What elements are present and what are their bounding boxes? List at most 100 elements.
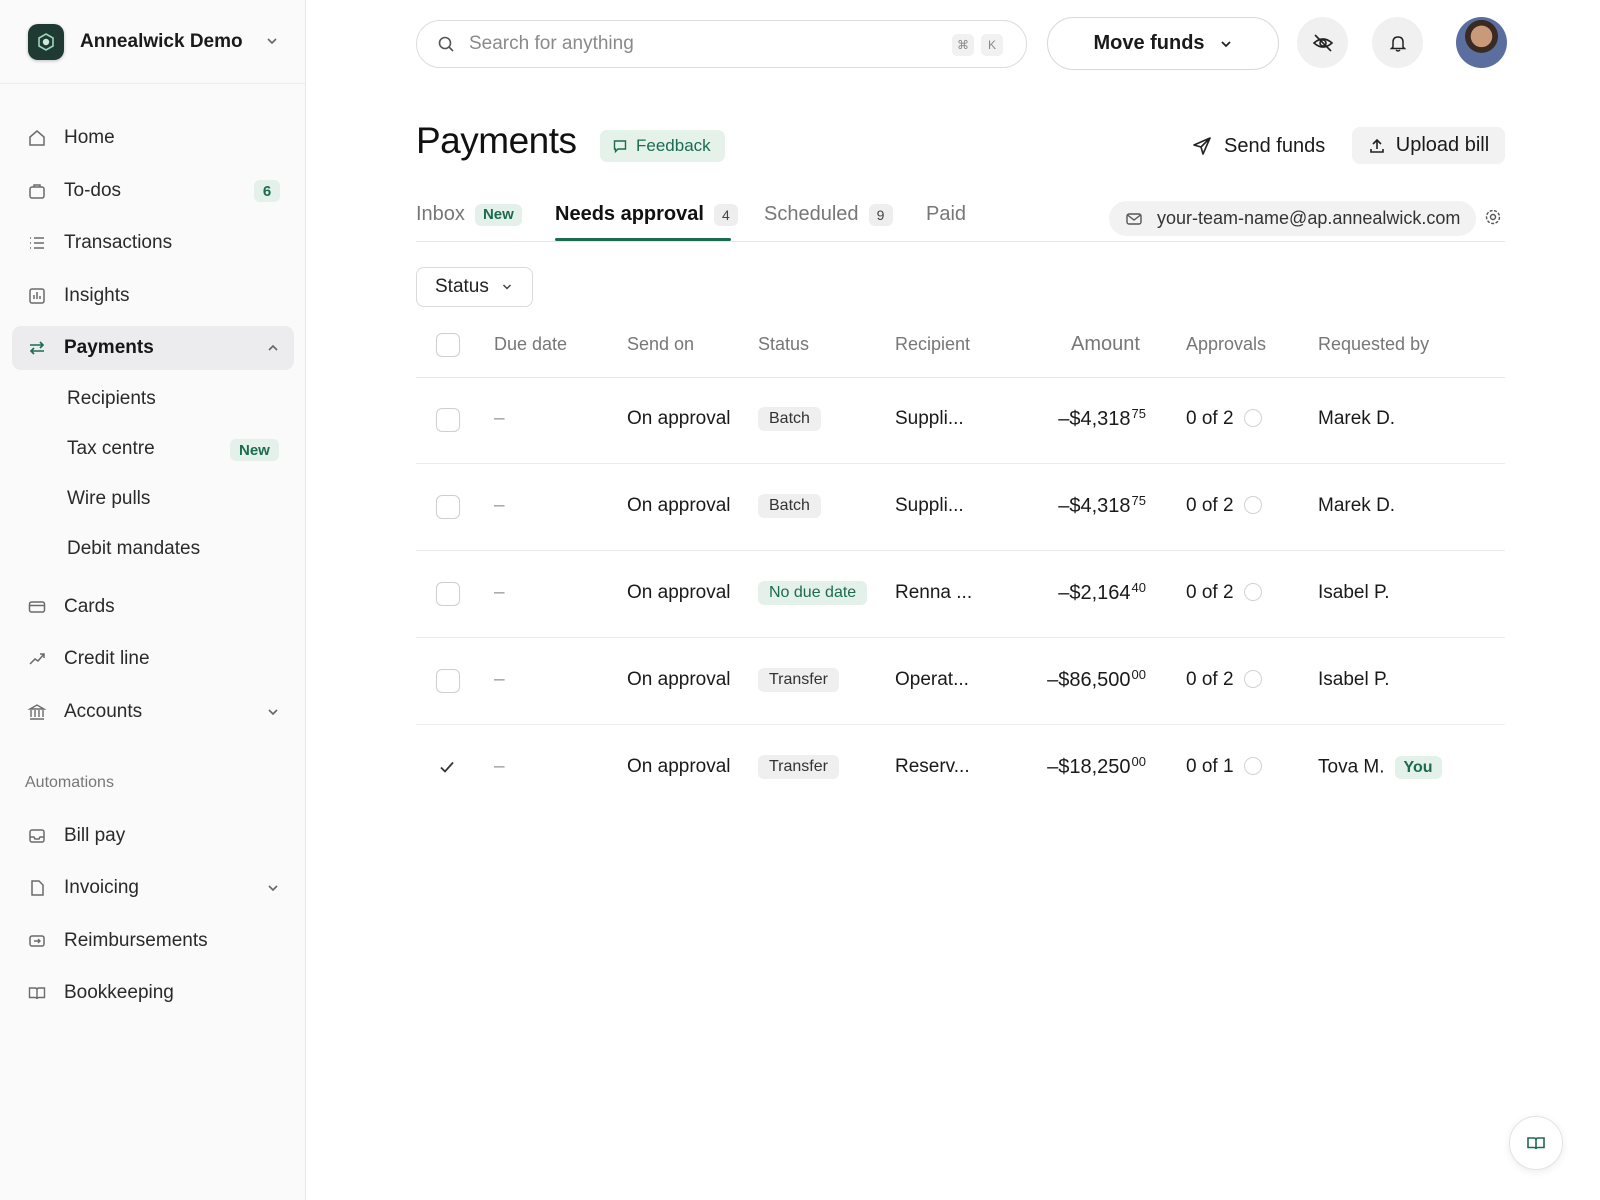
column-header-amount[interactable]: Amount	[1071, 333, 1140, 356]
tab-paid[interactable]: Paid	[926, 203, 966, 226]
sidebar-item-label: Payments	[64, 337, 154, 358]
sidebar-item-transactions[interactable]: Transactions	[12, 221, 294, 265]
sidebar-item-bookkeeping[interactable]: Bookkeeping	[12, 971, 294, 1015]
move-funds-button[interactable]: Move funds	[1047, 17, 1279, 70]
send-funds-button[interactable]: Send funds	[1192, 128, 1325, 164]
chevron-down-icon	[268, 885, 278, 892]
send-icon	[1193, 137, 1211, 155]
table-row[interactable]: – On approval Transfer Operat... –$86,50…	[416, 638, 1505, 725]
amount-main: –$18,250	[1047, 756, 1131, 778]
row-checkbox[interactable]	[436, 495, 460, 519]
status-badge: Transfer	[758, 668, 839, 692]
sidebar-item-todos[interactable]: To-dos 6	[12, 169, 294, 213]
search-input[interactable]: Search for anything ⌘ K	[416, 20, 1027, 68]
recipient[interactable]: Operat...	[895, 669, 969, 691]
select-all-checkbox[interactable]	[436, 333, 460, 357]
sidebar-subitem-recipients[interactable]: Recipients	[67, 388, 156, 410]
approval-status-icon	[1243, 583, 1262, 601]
tab-needs-approval[interactable]: Needs approval 4	[555, 203, 738, 226]
amount: –$4,31875	[1058, 406, 1146, 431]
recipient[interactable]: Suppli...	[895, 495, 964, 517]
row-checkbox[interactable]	[436, 669, 460, 693]
status-badge: Batch	[758, 407, 821, 431]
chevron-down-icon	[268, 709, 278, 716]
recipient[interactable]: Reserv...	[895, 756, 970, 778]
amount-main: –$86,500	[1047, 669, 1131, 691]
mail-icon	[1126, 212, 1142, 225]
chevron-down-icon	[267, 38, 277, 45]
requested-by: Isabel P.	[1318, 582, 1390, 603]
approval-status-icon	[1243, 409, 1262, 427]
gear-icon[interactable]	[1484, 208, 1502, 226]
sidebar-item-credit-line[interactable]: Credit line	[12, 637, 294, 681]
upload-bill-button[interactable]: Upload bill	[1352, 127, 1505, 164]
recipient[interactable]: Renna ...	[895, 582, 972, 604]
sidebar-item-invoicing[interactable]: Invoicing	[12, 866, 294, 910]
send-on: On approval	[627, 669, 731, 690]
status-filter-dropdown[interactable]: Status	[416, 267, 533, 307]
avatar[interactable]	[1456, 17, 1507, 68]
shortcut-k-key: K	[981, 34, 1003, 56]
column-header-recipient[interactable]: Recipient	[895, 334, 970, 355]
checkmark-icon[interactable]	[438, 758, 456, 776]
feedback-button[interactable]: Feedback	[600, 130, 725, 162]
chevron-down-icon	[502, 284, 511, 290]
amount-cents: 00	[1131, 754, 1146, 769]
column-header-approvals[interactable]: Approvals	[1186, 334, 1266, 355]
briefcase-icon	[26, 180, 48, 202]
tab-scheduled[interactable]: Scheduled 9	[764, 203, 893, 226]
sidebar-item-reimbursements[interactable]: Reimbursements	[12, 919, 294, 963]
org-switcher[interactable]: Annealwick Demo	[0, 0, 305, 84]
approvals-count: 0 of 2	[1186, 408, 1234, 429]
chevron-up-icon	[268, 344, 278, 351]
upload-icon	[1369, 138, 1384, 153]
document-icon	[26, 877, 48, 899]
column-header-status[interactable]: Status	[758, 334, 809, 355]
approval-status-icon	[1243, 496, 1262, 514]
active-tab-indicator	[555, 238, 731, 241]
approvals-count: 0 of 2	[1186, 582, 1234, 603]
you-badge: You	[1394, 756, 1442, 779]
sidebar-subitem-debit-mandates[interactable]: Debit mandates	[67, 538, 200, 560]
list-icon	[26, 232, 48, 254]
todo-count-badge: 6	[254, 180, 280, 202]
tab-inbox[interactable]: Inbox New	[416, 203, 522, 226]
row-checkbox[interactable]	[436, 408, 460, 432]
sidebar-item-cards[interactable]: Cards	[12, 585, 294, 629]
hide-balances-button[interactable]	[1297, 17, 1348, 68]
sidebar-item-bill-pay[interactable]: Bill pay	[12, 814, 294, 858]
status-badge: Transfer	[758, 755, 839, 779]
inbox-email: your-team-name@ap.annealwick.com	[1157, 208, 1461, 228]
inbox-email-chip[interactable]: your-team-name@ap.annealwick.com	[1109, 201, 1477, 236]
tabs-divider	[416, 241, 1505, 242]
book-icon	[1527, 1137, 1545, 1150]
docs-button[interactable]	[1509, 1116, 1563, 1170]
upload-bill-label: Upload bill	[1395, 134, 1490, 156]
sidebar-item-insights[interactable]: Insights	[12, 274, 294, 318]
table-row[interactable]: – On approval Batch Suppli... –$4,31875 …	[416, 377, 1505, 464]
sidebar-item-accounts[interactable]: Accounts	[12, 690, 294, 734]
tab-label: Paid	[926, 203, 967, 225]
column-header-send-on[interactable]: Send on	[627, 334, 694, 355]
sidebar-item-label: To-dos	[64, 180, 122, 201]
send-on: On approval	[627, 582, 731, 603]
row-checkbox[interactable]	[436, 582, 460, 606]
sidebar-item-payments[interactable]: Payments	[12, 326, 294, 370]
sidebar-subitem-tax-centre[interactable]: Tax centre	[67, 438, 155, 460]
recipient[interactable]: Suppli...	[895, 408, 964, 430]
amount: –$4,31875	[1058, 493, 1146, 518]
sidebar-item-label: Bill pay	[64, 825, 126, 846]
column-header-due-date[interactable]: Due date	[494, 334, 567, 355]
status-badge: No due date	[758, 581, 868, 605]
sidebar-item-label: Cards	[64, 596, 115, 617]
org-logo	[28, 23, 64, 60]
sidebar-item-home[interactable]: Home	[12, 116, 294, 160]
table-row[interactable]: – On approval Transfer Reserv... –$18,25…	[416, 725, 1505, 812]
notifications-button[interactable]	[1372, 17, 1423, 68]
table-row[interactable]: – On approval No due date Renna ... –$2,…	[416, 551, 1505, 638]
approval-status-icon	[1243, 757, 1262, 775]
column-header-requested-by[interactable]: Requested by	[1318, 334, 1429, 355]
table-row[interactable]: – On approval Batch Suppli... –$4,31875 …	[416, 464, 1505, 551]
sidebar-subitem-wire-pulls[interactable]: Wire pulls	[67, 488, 150, 510]
sidebar-item-label: Insights	[64, 285, 130, 306]
